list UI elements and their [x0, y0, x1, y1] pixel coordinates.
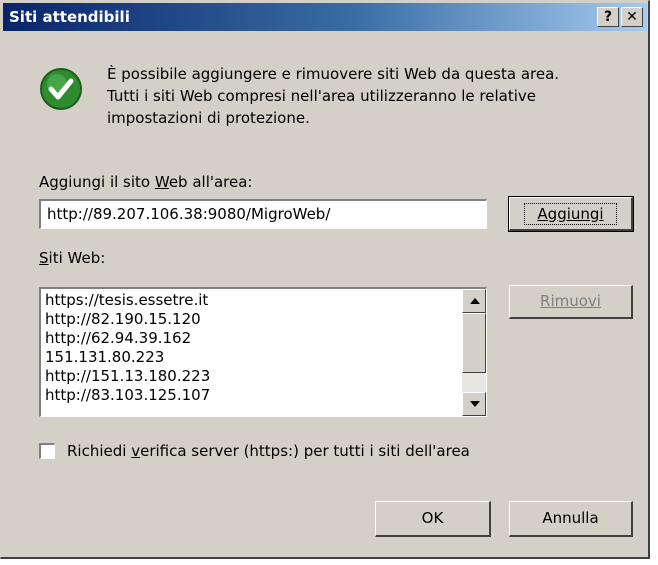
arrow-up-icon	[470, 298, 480, 304]
add-button-label: Aggiungi	[537, 205, 604, 223]
list-item[interactable]: https://tesis.essetre.it	[45, 291, 210, 310]
list-item[interactable]: http://82.190.15.120	[45, 310, 210, 329]
window-title: Siti attendibili	[9, 8, 130, 26]
help-button[interactable]: ?	[597, 7, 619, 27]
sites-label: Siti Web:	[39, 249, 106, 267]
intro-line-1: È possibile aggiungere e rimuovere siti …	[107, 65, 560, 83]
add-button[interactable]: Aggiungi	[508, 196, 634, 232]
close-icon: ✕	[626, 9, 638, 25]
intro-line-2: Tutti i siti Web compresi nell'area util…	[107, 87, 537, 105]
check-icon	[40, 68, 82, 110]
title-bar[interactable]: Siti attendibili ? ✕	[3, 3, 647, 31]
remove-button[interactable]: Rimuovi	[509, 285, 633, 319]
intro-line-3: impostazioni di protezione.	[107, 109, 310, 127]
list-item[interactable]: http://151.13.180.223	[45, 367, 210, 386]
list-item[interactable]: 151.131.80.223	[45, 348, 210, 367]
cancel-button[interactable]: Annulla	[509, 501, 633, 537]
require-https-checkbox[interactable]	[39, 443, 55, 459]
site-url-input[interactable]: http://89.207.106.38:9080/MigroWeb/	[39, 199, 487, 229]
require-https-label[interactable]: Richiedi verifica server (https:) per tu…	[67, 442, 470, 460]
close-button[interactable]: ✕	[621, 7, 643, 27]
add-site-label: Aggiungi il sito Web all'area:	[39, 173, 253, 191]
arrow-down-icon	[470, 401, 480, 407]
sites-scrollbar[interactable]	[462, 289, 486, 416]
scroll-thumb[interactable]	[462, 313, 486, 373]
sites-listbox[interactable]: https://tesis.essetre.it http://82.190.1…	[39, 287, 487, 417]
remove-button-label: Rimuovi	[540, 292, 601, 310]
scroll-down-button[interactable]	[462, 392, 486, 416]
list-item[interactable]: http://83.103.125.107	[45, 386, 210, 405]
sites-items: https://tesis.essetre.it http://82.190.1…	[45, 291, 210, 405]
ok-button[interactable]: OK	[375, 501, 491, 537]
scroll-up-button[interactable]	[462, 289, 486, 313]
list-item[interactable]: http://62.94.39.162	[45, 329, 210, 348]
trusted-sites-dialog: Siti attendibili ? ✕ È possibile aggiung…	[0, 0, 650, 559]
